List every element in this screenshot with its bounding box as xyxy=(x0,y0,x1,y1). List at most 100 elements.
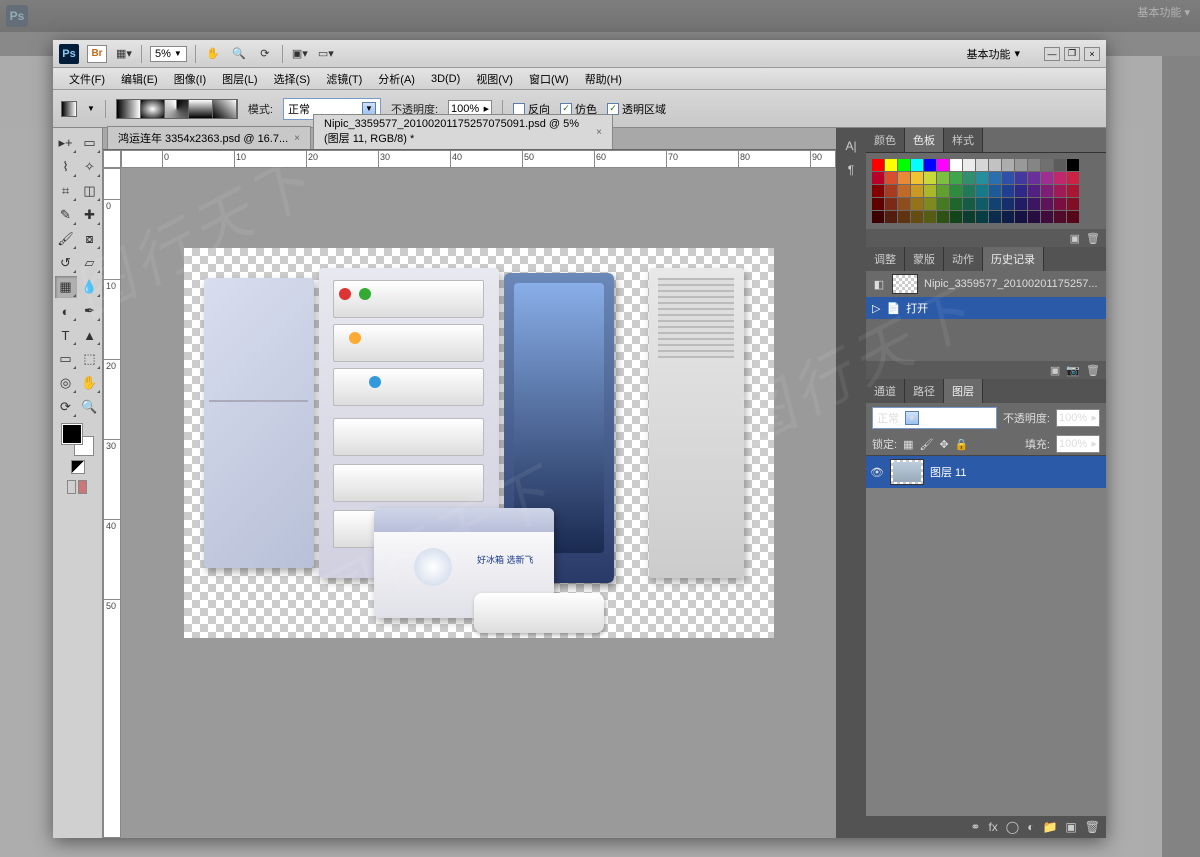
document-tab-2[interactable]: Nipic_3359577_20100201175257075091.psd @… xyxy=(313,114,613,149)
swatch[interactable] xyxy=(989,159,1001,171)
swatch[interactable] xyxy=(989,185,1001,197)
menu-layer[interactable]: 图层(L) xyxy=(214,68,265,90)
marquee-tool[interactable]: ▭ xyxy=(79,132,101,154)
wand-tool[interactable]: ✧ xyxy=(79,156,101,178)
menu-select[interactable]: 选择(S) xyxy=(266,68,319,90)
hand-tool-icon[interactable]: ✋ xyxy=(204,45,222,63)
swatch[interactable] xyxy=(1067,211,1079,223)
swatch[interactable] xyxy=(1041,159,1053,171)
viewport[interactable]: 好冰箱 选新飞 xyxy=(121,168,836,838)
ruler-horizontal[interactable]: 0102030405060708090 xyxy=(121,150,836,168)
swatch[interactable] xyxy=(950,198,962,210)
swatch[interactable] xyxy=(885,185,897,197)
ps-icon[interactable]: Ps xyxy=(59,44,79,64)
restore-button[interactable]: ❐ xyxy=(1064,47,1080,61)
swatch[interactable] xyxy=(1054,211,1066,223)
minimize-button[interactable]: — xyxy=(1044,47,1060,61)
history-brush-tool[interactable]: ↺ xyxy=(55,252,77,274)
swatch[interactable] xyxy=(898,198,910,210)
swatch[interactable] xyxy=(911,198,923,210)
swatch[interactable] xyxy=(911,211,923,223)
menu-edit[interactable]: 编辑(E) xyxy=(113,68,166,90)
arrange-docs-icon[interactable]: ▣▾ xyxy=(291,45,309,63)
gradient-tool-icon[interactable] xyxy=(61,101,77,117)
zoom-tool-icon[interactable]: 🔍 xyxy=(230,45,248,63)
swatch[interactable] xyxy=(911,172,923,184)
swatch[interactable] xyxy=(872,159,884,171)
menu-image[interactable]: 图像(I) xyxy=(166,68,214,90)
swatch[interactable] xyxy=(1067,185,1079,197)
swatch[interactable] xyxy=(898,159,910,171)
swatch[interactable] xyxy=(1041,198,1053,210)
swatch[interactable] xyxy=(1015,159,1027,171)
swatch[interactable] xyxy=(963,211,975,223)
lock-brush-icon[interactable]: 🖌 xyxy=(919,438,933,451)
blur-tool[interactable]: 💧 xyxy=(79,276,101,298)
swatch[interactable] xyxy=(911,185,923,197)
document-tab-1[interactable]: 鸿运连年 3354x2363.psd @ 16.7...× xyxy=(107,126,311,149)
swatch[interactable] xyxy=(976,185,988,197)
swatch[interactable] xyxy=(924,198,936,210)
swatch[interactable] xyxy=(1015,198,1027,210)
tab-swatches[interactable]: 色板 xyxy=(905,128,944,152)
character-panel-icon[interactable]: A| xyxy=(842,138,860,154)
zoom-tool[interactable]: 🔍 xyxy=(79,396,101,418)
swatch[interactable] xyxy=(924,172,936,184)
close-icon[interactable]: × xyxy=(294,133,300,144)
swatch[interactable] xyxy=(950,172,962,184)
shape-tool[interactable]: ▭ xyxy=(55,348,77,370)
tab-channels[interactable]: 通道 xyxy=(866,379,905,403)
slice-tool[interactable]: ◫ xyxy=(79,180,101,202)
swatch[interactable] xyxy=(911,159,923,171)
trash-icon[interactable]: 🗑 xyxy=(1086,232,1100,245)
close-icon[interactable]: × xyxy=(596,127,602,138)
swatch[interactable] xyxy=(989,211,1001,223)
swatch[interactable] xyxy=(1015,172,1027,184)
swatch[interactable] xyxy=(898,185,910,197)
swatch[interactable] xyxy=(872,172,884,184)
close-button[interactable]: × xyxy=(1084,47,1100,61)
swatch[interactable] xyxy=(1067,172,1079,184)
menu-3d[interactable]: 3D(D) xyxy=(423,70,468,88)
gradient-angle-icon[interactable] xyxy=(165,100,189,118)
visibility-icon[interactable]: 👁 xyxy=(870,465,884,479)
zoom-select[interactable]: 5%▼ xyxy=(150,46,187,62)
swatch[interactable] xyxy=(976,211,988,223)
swatch[interactable] xyxy=(1028,172,1040,184)
lasso-tool[interactable]: ⌇ xyxy=(55,156,77,178)
default-colors-icon[interactable] xyxy=(71,460,85,474)
link-layers-icon[interactable]: ⚭ xyxy=(970,820,980,834)
3d-camera-tool[interactable]: ◎ xyxy=(55,372,77,394)
layer-fx-icon[interactable]: fx xyxy=(988,820,997,834)
layer-list[interactable]: 👁 图层 11 xyxy=(866,456,1106,816)
swatch[interactable] xyxy=(937,185,949,197)
menu-view[interactable]: 视图(V) xyxy=(468,68,521,90)
swatch[interactable] xyxy=(963,185,975,197)
tab-masks[interactable]: 蒙版 xyxy=(905,247,944,271)
screen-mode-icon[interactable]: ▭▾ xyxy=(317,45,335,63)
menu-help[interactable]: 帮助(H) xyxy=(577,68,630,90)
new-snapshot-icon[interactable]: 📷 xyxy=(1066,364,1080,377)
transparency-checkbox[interactable]: ✓透明区域 xyxy=(607,101,666,117)
layer-thumb[interactable] xyxy=(890,459,924,485)
new-swatch-icon[interactable]: ▣ xyxy=(1070,232,1080,245)
lock-all-icon[interactable]: 🔒 xyxy=(955,438,969,451)
rotate-view-icon[interactable]: ⟳ xyxy=(256,45,274,63)
swatch[interactable] xyxy=(950,211,962,223)
swatch[interactable] xyxy=(1002,211,1014,223)
swatch[interactable] xyxy=(937,159,949,171)
menu-window[interactable]: 窗口(W) xyxy=(521,68,577,90)
swatch[interactable] xyxy=(1028,198,1040,210)
swatch[interactable] xyxy=(937,172,949,184)
menu-filter[interactable]: 滤镜(T) xyxy=(318,68,370,90)
swatch[interactable] xyxy=(1002,185,1014,197)
swatch[interactable] xyxy=(872,185,884,197)
swatch[interactable] xyxy=(924,185,936,197)
paragraph-panel-icon[interactable]: ¶ xyxy=(842,162,860,178)
color-swatches[interactable] xyxy=(62,424,94,456)
swatches-grid[interactable] xyxy=(866,153,1106,229)
gradient-radial-icon[interactable] xyxy=(141,100,165,118)
swatch[interactable] xyxy=(950,185,962,197)
path-select-tool[interactable]: ▲ xyxy=(79,324,101,346)
swatch[interactable] xyxy=(976,159,988,171)
